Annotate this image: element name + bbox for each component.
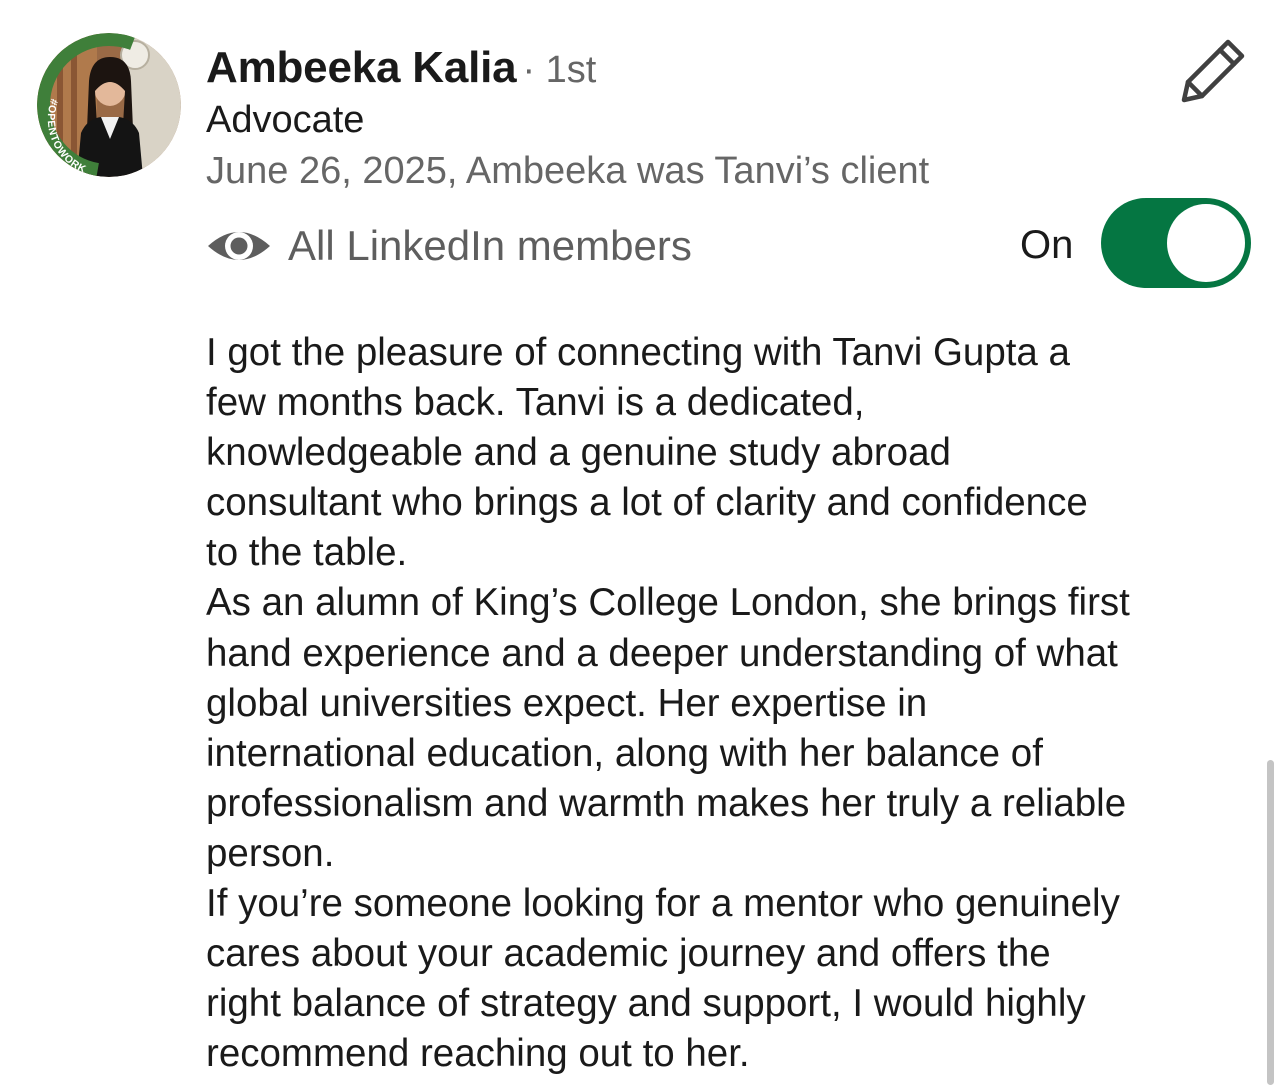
toggle-state-label: On: [1020, 223, 1074, 267]
visibility-label: All LinkedIn members: [288, 222, 692, 269]
eye-icon: [208, 232, 270, 260]
avatar-photo: #OPENTOWORK: [37, 33, 181, 177]
recommendation-line: As an alumn of King’s College London, sh…: [206, 581, 1130, 625]
recommendation-line: cares about your academic journey and of…: [206, 932, 1051, 976]
recommendation-text: I got the pleasure of connecting with Ta…: [206, 328, 1266, 1079]
visibility-toggle[interactable]: [1101, 198, 1251, 288]
recommendation-line: If you’re someone looking for a mentor w…: [206, 882, 1120, 926]
recommender-avatar[interactable]: #OPENTOWORK: [37, 33, 181, 177]
toggle-knob: [1167, 204, 1245, 282]
recommendation-line: person.: [206, 831, 335, 875]
recommendation-line: few months back. Tanvi is a dedicated,: [206, 381, 865, 425]
visibility-setting: All LinkedIn members: [206, 216, 692, 276]
recommendation-line: global universities expect. Her expertis…: [206, 681, 928, 725]
recommender-headline: Advocate: [206, 99, 365, 141]
recommendation-line: hand experience and a deeper understandi…: [206, 631, 1118, 675]
recommendation-line: to the table.: [206, 531, 408, 575]
pencil-icon: [1181, 39, 1245, 103]
connection-degree: · 1st: [522, 49, 597, 91]
recommendation-card: #OPENTOWORK Ambeeka Kalia · 1st Advocate …: [0, 0, 1284, 1085]
scrollbar[interactable]: [1267, 760, 1274, 1085]
recommendation-line: I got the pleasure of connecting with Ta…: [206, 331, 1070, 374]
relationship-info: June 26, 2025, Ambeeka was Tanvi’s clien…: [206, 150, 930, 192]
recommendation-line: international education, along with her …: [206, 731, 1043, 775]
recommendation-line: recommend reaching out to her.: [206, 1032, 750, 1076]
edit-button[interactable]: [1172, 32, 1252, 112]
recommender-name[interactable]: Ambeeka Kalia: [206, 43, 517, 92]
recommendation-line: professionalism and warmth makes her tru…: [206, 781, 1127, 825]
recommendation-line: consultant who brings a lot of clarity a…: [206, 481, 1088, 525]
recommendation-line: right balance of strategy and support, I…: [206, 982, 1086, 1026]
recommendation-line: knowledgeable and a genuine study abroad: [206, 431, 951, 475]
